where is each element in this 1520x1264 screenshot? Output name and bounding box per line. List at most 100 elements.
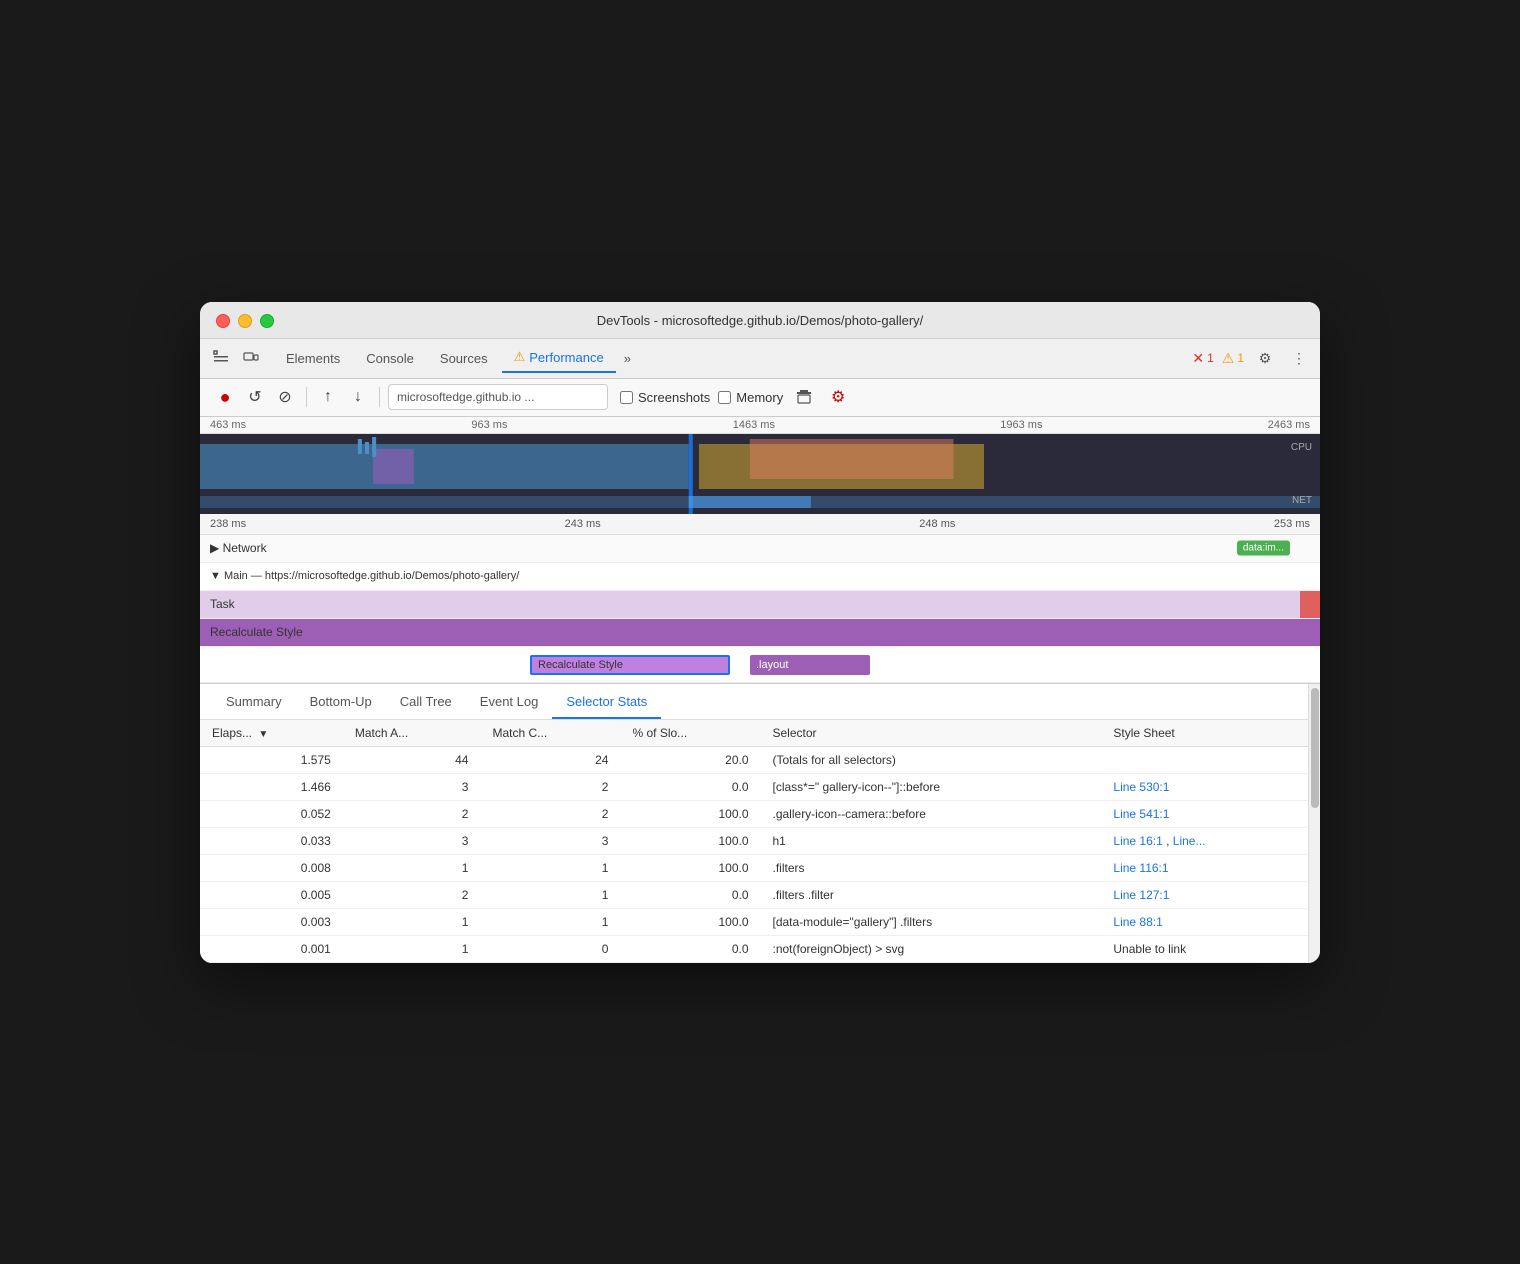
stylesheet-link-4[interactable]: Line 116:1: [1113, 861, 1168, 875]
col-elapsed[interactable]: Elaps... ▼: [200, 720, 343, 747]
more-options-icon[interactable]: ⋮: [1286, 345, 1312, 371]
minimize-button[interactable]: [238, 314, 252, 328]
timeline-overview[interactable]: CPU NET: [200, 434, 1320, 514]
cell-pct-slow-6: 100.0: [620, 908, 760, 935]
table-row: 1.466 3 2 0.0 [class*=" gallery-icon--"]…: [200, 773, 1308, 800]
error-icon: ✕: [1192, 350, 1204, 367]
cell-match-attempts-7: 1: [343, 935, 481, 962]
tab-elements[interactable]: Elements: [274, 345, 352, 372]
cell-stylesheet-7: Unable to link: [1101, 935, 1308, 962]
col-pct-slow[interactable]: % of Slo...: [620, 720, 760, 747]
data-chip: data:im...: [1237, 541, 1290, 556]
recalc-track-label: Recalculate Style: [200, 625, 320, 639]
cell-selector-4: .filters: [761, 854, 1102, 881]
maximize-button[interactable]: [260, 314, 274, 328]
toolbar-right: Screenshots Memory ⚙: [620, 384, 851, 410]
window-title: DevTools - microsoftedge.github.io/Demos…: [597, 313, 924, 328]
memory-checkbox[interactable]: [718, 391, 731, 404]
detail-time-2: 243 ms: [565, 518, 601, 530]
tab-bar-icons: [208, 345, 264, 371]
cell-pct-slow-3: 100.0: [620, 827, 760, 854]
tab-call-tree[interactable]: Call Tree: [386, 686, 466, 719]
close-button[interactable]: [216, 314, 230, 328]
performance-warning-icon: ⚠: [514, 349, 526, 365]
screenshots-checkbox[interactable]: [620, 391, 633, 404]
table-row: 0.008 1 1 100.0 .filters Line 116:1: [200, 854, 1308, 881]
cell-selector-7: :not(foreignObject) > svg: [761, 935, 1102, 962]
separator-1: [306, 387, 307, 407]
overview-ruler: 463 ms 963 ms 1463 ms 1963 ms 2463 ms: [200, 417, 1320, 434]
clear-button[interactable]: ⊘: [272, 384, 298, 410]
table-row: 0.052 2 2 100.0 .gallery-icon--camera::b…: [200, 800, 1308, 827]
cell-selector-3: h1: [761, 827, 1102, 854]
tab-bottom-up[interactable]: Bottom-Up: [296, 686, 386, 719]
network-track[interactable]: ▶ Network data:im...: [200, 535, 1320, 563]
download-button[interactable]: ↓: [345, 384, 371, 410]
main-track[interactable]: ▼ Main — https://microsoftedge.github.io…: [200, 563, 1320, 591]
cell-elapsed-3: 0.033: [200, 827, 343, 854]
tab-performance[interactable]: ⚠ Performance: [502, 343, 616, 373]
devtools-inspect-icon[interactable]: [208, 345, 234, 371]
timeline-container: 463 ms 963 ms 1463 ms 1963 ms 2463 ms: [200, 417, 1320, 684]
record-button[interactable]: ●: [212, 384, 238, 410]
settings-icon[interactable]: ⚙: [1252, 345, 1278, 371]
table-row: 0.001 1 0 0.0 :not(foreignObject) > svg …: [200, 935, 1308, 962]
stylesheet-link-6[interactable]: Line 88:1: [1113, 915, 1162, 929]
stylesheet-link-5[interactable]: Line 127:1: [1113, 888, 1169, 902]
cell-match-attempts-0: 44: [343, 746, 481, 773]
flame-recalc-style[interactable]: Recalculate Style: [530, 655, 730, 675]
ruler-time-1: 463 ms: [210, 419, 246, 431]
warn-badge: ⚠ 1: [1222, 350, 1244, 367]
screenshots-checkbox-label[interactable]: Screenshots: [620, 390, 710, 405]
clear-storage-icon[interactable]: [791, 384, 817, 410]
cell-stylesheet-1: Line 530:1: [1101, 773, 1308, 800]
tab-console[interactable]: Console: [354, 345, 426, 372]
cell-selector-0: (Totals for all selectors): [761, 746, 1102, 773]
col-selector[interactable]: Selector: [761, 720, 1102, 747]
cell-stylesheet-3: Line 16:1 , Line...: [1101, 827, 1308, 854]
col-stylesheet[interactable]: Style Sheet: [1101, 720, 1308, 747]
tab-summary[interactable]: Summary: [212, 686, 296, 719]
panel-tabs: Summary Bottom-Up Call Tree Event Log Se…: [200, 684, 1308, 720]
selector-stats-table: Elaps... ▼ Match A... Match C... % of Sl…: [200, 720, 1308, 963]
cell-match-attempts-5: 2: [343, 881, 481, 908]
table-row: 0.005 2 1 0.0 .filters .filter Line 127:…: [200, 881, 1308, 908]
url-field[interactable]: [388, 384, 608, 410]
scrollbar[interactable]: [1308, 684, 1320, 963]
stylesheet-link-1[interactable]: Line 530:1: [1113, 780, 1169, 794]
cell-match-count-5: 1: [480, 881, 620, 908]
flame-layout[interactable]: .layout: [750, 655, 870, 675]
tab-sources[interactable]: Sources: [428, 345, 500, 372]
cell-match-count-2: 2: [480, 800, 620, 827]
cell-elapsed-1: 1.466: [200, 773, 343, 800]
settings-cog-button[interactable]: ⚙: [825, 384, 851, 410]
content-area: Summary Bottom-Up Call Tree Event Log Se…: [200, 684, 1308, 963]
memory-checkbox-label[interactable]: Memory: [718, 390, 783, 405]
reload-button[interactable]: ↺: [242, 384, 268, 410]
tab-selector-stats[interactable]: Selector Stats: [552, 686, 661, 719]
flame-chart-row[interactable]: Recalculate Style .layout: [200, 647, 1320, 683]
traffic-lights: [216, 314, 274, 328]
cell-elapsed-5: 0.005: [200, 881, 343, 908]
cell-selector-1: [class*=" gallery-icon--"]::before: [761, 773, 1102, 800]
cell-pct-slow-5: 0.0: [620, 881, 760, 908]
cell-pct-slow-4: 100.0: [620, 854, 760, 881]
tab-more[interactable]: »: [618, 347, 637, 370]
cell-elapsed-6: 0.003: [200, 908, 343, 935]
device-toolbar-icon[interactable]: [238, 345, 264, 371]
sort-icon: ▼: [258, 729, 268, 740]
cell-elapsed-2: 0.052: [200, 800, 343, 827]
task-track[interactable]: Task: [200, 591, 1320, 619]
cell-match-count-4: 1: [480, 854, 620, 881]
stylesheet-link-3a[interactable]: Line 16:1: [1113, 834, 1162, 848]
detail-time-4: 253 ms: [1274, 518, 1310, 530]
upload-button[interactable]: ↑: [315, 384, 341, 410]
recalc-track[interactable]: Recalculate Style: [200, 619, 1320, 647]
main-track-label: ▼ Main — https://microsoftedge.github.io…: [210, 570, 519, 582]
tab-event-log[interactable]: Event Log: [466, 686, 553, 719]
col-match-count[interactable]: Match C...: [480, 720, 620, 747]
task-track-label: Task: [200, 597, 320, 611]
stylesheet-link-2[interactable]: Line 541:1: [1113, 807, 1169, 821]
col-match-attempts[interactable]: Match A...: [343, 720, 481, 747]
stylesheet-link-3b[interactable]: Line...: [1173, 834, 1206, 848]
